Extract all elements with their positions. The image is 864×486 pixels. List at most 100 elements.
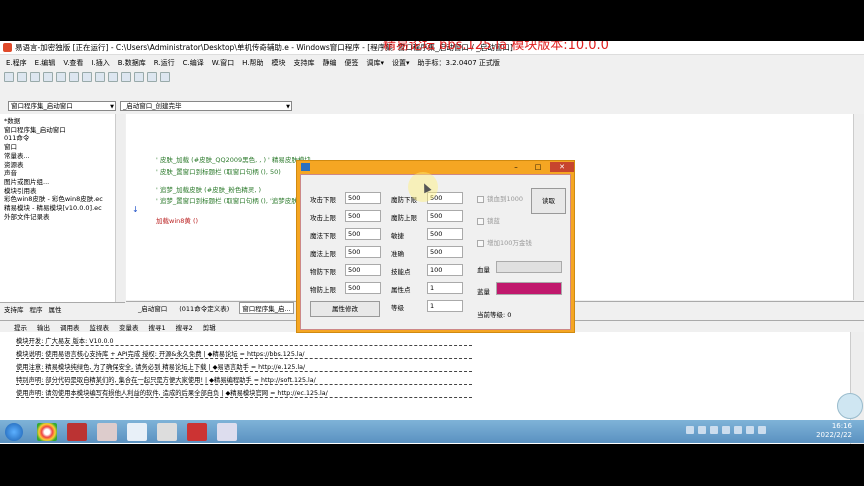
cut-icon[interactable] <box>43 72 53 82</box>
stat-input[interactable]: 1 <box>427 300 463 312</box>
tree-item[interactable]: 资源表 <box>4 161 120 170</box>
editor-tab[interactable]: 窗口程序集_启... <box>239 301 294 314</box>
stat-input[interactable]: 500 <box>427 246 463 258</box>
menu-item[interactable]: E.编辑 <box>35 58 56 68</box>
code-line[interactable]: ' 皮肤_加载 (#皮肤_QQ2009黑色, , ) ' 精易皮肤模块 <box>156 154 311 164</box>
clock[interactable]: 16:16 2022/2/22 <box>816 422 852 440</box>
maximize-icon[interactable]: □ <box>529 162 547 172</box>
start-button[interactable] <box>5 422 23 441</box>
code-line[interactable]: ' 追梦_加载皮肤 (#皮肤_粉色精灵, ) <box>156 184 261 194</box>
tray-icon[interactable] <box>710 426 718 434</box>
editor-scrollbar[interactable] <box>853 114 864 300</box>
app-icon-7[interactable] <box>217 422 237 441</box>
stat-input[interactable]: 500 <box>427 228 463 240</box>
output-tab[interactable]: 提示 <box>14 322 27 332</box>
step-over-icon[interactable] <box>147 72 157 82</box>
stat-input[interactable]: 100 <box>427 264 463 276</box>
editor-tab[interactable]: (011命令定义表) <box>177 303 231 313</box>
stat-input[interactable]: 500 <box>345 192 381 204</box>
menu-item[interactable]: W.窗口 <box>212 58 234 68</box>
network-icon[interactable] <box>734 426 742 434</box>
checkbox-box[interactable] <box>477 239 484 247</box>
step-icon[interactable] <box>134 72 144 82</box>
copy-icon[interactable] <box>56 72 66 82</box>
code-line[interactable]: 加载win8黄 () <box>156 215 198 225</box>
stat-input[interactable]: 1 <box>427 282 463 294</box>
tree-item[interactable]: 外部文件记录表 <box>4 213 120 222</box>
output-tab[interactable]: 搜寻2 <box>176 322 193 332</box>
stat-input[interactable]: 500 <box>345 264 381 276</box>
menu-item[interactable]: 调库▾ <box>366 58 384 68</box>
open-file-icon[interactable] <box>17 72 27 82</box>
menu-item[interactable]: 助手标：3.2.0407 正式版 <box>417 58 499 68</box>
menu-item[interactable]: 模块 <box>271 58 285 68</box>
menu-item[interactable]: R.运行 <box>154 58 175 68</box>
modify-button[interactable]: 属性修改 <box>310 301 380 317</box>
tray-icon[interactable] <box>722 426 730 434</box>
ime-icon[interactable] <box>686 426 694 434</box>
tree-item[interactable]: 图片或图片组... <box>4 178 120 187</box>
tree-item[interactable]: 声音 <box>4 169 120 178</box>
menu-item[interactable]: 支持库 <box>293 58 314 68</box>
checkbox[interactable]: 锁蓝 <box>477 215 500 225</box>
tree-item[interactable]: 011命令 <box>4 134 120 143</box>
game-icon[interactable] <box>67 422 87 441</box>
floating-assistant-icon[interactable] <box>837 393 863 419</box>
code-line[interactable]: ' 皮肤_置窗口到标题栏 (取窗口句柄 (), 50) <box>156 166 281 176</box>
tree-item[interactable]: *数据 <box>4 117 120 126</box>
close-icon[interactable]: ✕ <box>550 162 574 172</box>
editor-tab[interactable]: _启动窗口 <box>136 303 169 313</box>
output-tab[interactable]: 变量表 <box>119 322 139 332</box>
checkbox[interactable]: 锁血到1000 <box>477 193 523 203</box>
tree-item[interactable]: 窗口 <box>4 143 120 152</box>
left-tab[interactable]: 属性 <box>49 304 62 314</box>
volume-icon[interactable] <box>746 426 754 434</box>
menu-item[interactable]: V.查看 <box>63 58 83 68</box>
tree-item[interactable]: 精易模块 - 精易模块[v10.0.0].ec <box>4 204 120 213</box>
menu-item[interactable]: B.数据库 <box>118 58 146 68</box>
app-icon-3[interactable] <box>97 422 117 441</box>
read-button[interactable]: 读取 <box>531 188 566 214</box>
method-selector[interactable]: _启动窗口_创建完毕 ▼ <box>120 101 292 111</box>
output-tab[interactable]: 剪辑 <box>203 322 216 332</box>
tree-scrollbar[interactable] <box>115 114 125 302</box>
save-icon[interactable] <box>30 72 40 82</box>
stat-input[interactable]: 500 <box>345 282 381 294</box>
break-icon[interactable] <box>160 72 170 82</box>
output-tab[interactable]: 调用表 <box>60 322 80 332</box>
checkbox-box[interactable] <box>477 217 484 225</box>
menu-item[interactable]: H.帮助 <box>242 58 263 68</box>
stat-input[interactable]: 500 <box>427 210 463 222</box>
tree-item[interactable]: 常量表... <box>4 152 120 161</box>
menu-item[interactable]: I.插入 <box>91 58 109 68</box>
code-line[interactable]: ' 追梦_置窗口到标题栏 (取窗口句柄 (), '追梦皮肤模块 <box>156 195 311 205</box>
left-tab[interactable]: 程序 <box>30 304 43 314</box>
menu-item[interactable]: 设置▾ <box>392 58 410 68</box>
redo-icon[interactable] <box>95 72 105 82</box>
checkbox[interactable]: 增加100万金钱 <box>477 237 532 247</box>
chrome-icon[interactable] <box>37 422 57 441</box>
menu-item[interactable]: 静编 <box>322 58 336 68</box>
menu-item[interactable]: 便签 <box>344 58 358 68</box>
checkbox-box[interactable] <box>477 195 484 203</box>
tree-item[interactable]: 彩色win8皮肤 - 彩色win8皮肤.ec <box>4 195 120 204</box>
output-tab[interactable]: 监视表 <box>90 322 110 332</box>
menu-item[interactable]: E.程序 <box>6 58 27 68</box>
undo-icon[interactable] <box>82 72 92 82</box>
flag-icon[interactable] <box>758 426 766 434</box>
paste-icon[interactable] <box>69 72 79 82</box>
minimize-icon[interactable]: – <box>507 162 525 172</box>
output-tab[interactable]: 搜寻1 <box>149 322 166 332</box>
stat-input[interactable]: 500 <box>345 210 381 222</box>
stat-input[interactable]: 500 <box>345 246 381 258</box>
stop-icon[interactable] <box>121 72 131 82</box>
left-tab[interactable]: 支持库 <box>4 304 24 314</box>
app-icon-6[interactable] <box>187 422 207 441</box>
output-tab[interactable]: 输出 <box>37 322 50 332</box>
file-explorer-icon[interactable] <box>127 422 147 441</box>
app-icon-5[interactable] <box>157 422 177 441</box>
stat-input[interactable]: 500 <box>345 228 381 240</box>
class-selector[interactable]: 窗口程序集_启动窗口 ▼ <box>8 101 116 111</box>
tray-icon[interactable] <box>698 426 706 434</box>
menu-item[interactable]: C.编译 <box>183 58 204 68</box>
